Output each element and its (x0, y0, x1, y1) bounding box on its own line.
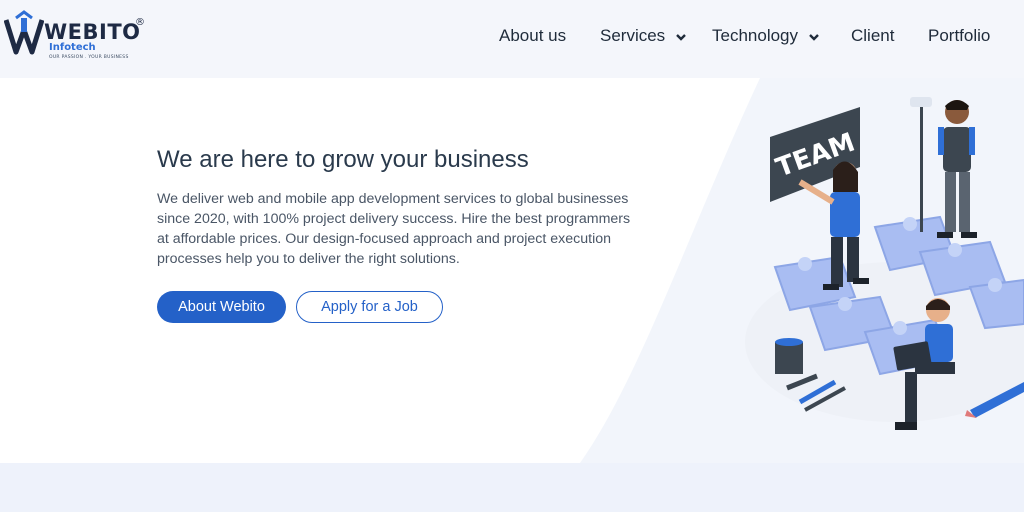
next-section-band (0, 463, 1024, 512)
chevron-down-icon (808, 33, 819, 41)
nav-item-label: Technology (712, 26, 799, 45)
brand-logo[interactable]: WEBITO ® Infotech OUR PASSION . YOUR BUS… (4, 8, 154, 64)
button-label: About Webito (178, 299, 265, 315)
brand-subname: Infotech (49, 42, 96, 53)
man-roller-figure (910, 97, 977, 238)
chevron-down-icon (676, 33, 686, 41)
apply-for-job-button[interactable]: Apply for a Job (296, 291, 443, 323)
nav-item-label: About us (499, 26, 567, 45)
button-label: Apply for a Job (321, 299, 418, 315)
nav-item-technology[interactable]: Technology (712, 26, 820, 48)
nav-item-portfolio[interactable]: Portfolio (928, 26, 990, 48)
team-puzzle-illustration: TEAM (745, 97, 1024, 430)
about-webito-button[interactable]: About Webito (157, 291, 286, 323)
hero-description: We deliver web and mobile app developmen… (157, 191, 631, 267)
brand-tagline: OUR PASSION . YOUR BUSINESS (49, 55, 129, 60)
brand-name: WEBITO (44, 20, 141, 44)
nav-item-label: Portfolio (928, 26, 991, 45)
site-header: WEBITO ® Infotech OUR PASSION . YOUR BUS… (0, 0, 1024, 78)
registered-mark: ® (135, 17, 145, 28)
logo-mark-icon (4, 10, 44, 55)
hero-title: We are here to grow your business (157, 146, 529, 173)
nav-item-about-us[interactable]: About us (499, 26, 566, 48)
nav-item-label: Services (600, 26, 666, 45)
nav-item-services[interactable]: Services (600, 26, 687, 48)
nav-item-label: Client (851, 26, 895, 45)
nav-item-client[interactable]: Client (851, 26, 894, 48)
